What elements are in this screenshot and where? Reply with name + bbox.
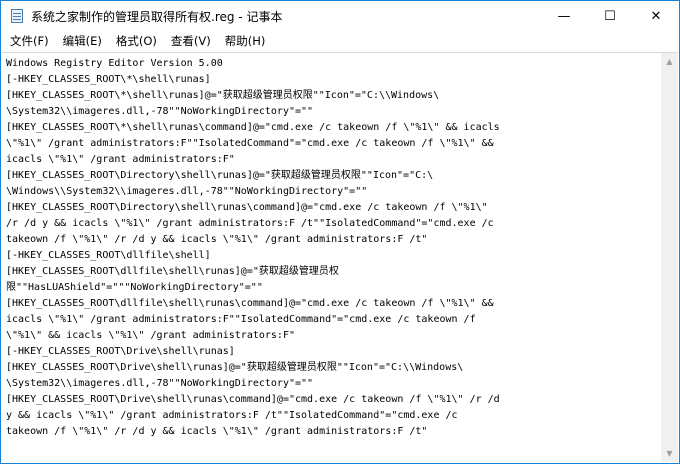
minimize-button[interactable]: —	[541, 1, 587, 31]
scroll-up-icon[interactable]: ▲	[661, 53, 678, 70]
text-line: \System32\\imageres.dll,-78""NoWorkingDi…	[6, 378, 314, 389]
editor-text[interactable]: Windows Registry Editor Version 5.00 [-HK…	[6, 56, 500, 440]
menu-help[interactable]: 帮助(H)	[218, 33, 273, 49]
text-line: [-HKEY_CLASSES_ROOT\Drive\shell\runas]	[6, 346, 235, 357]
text-line: \"%1\" && icacls \"%1\" /grant administr…	[6, 330, 295, 341]
text-line: [HKEY_CLASSES_ROOT\dllfile\shell\runas\c…	[6, 298, 494, 309]
text-line: takeown /f \"%1\" /r /d y && icacls \"%1…	[6, 234, 428, 245]
menu-bar: 文件(F) 编辑(E) 格式(O) 查看(V) 帮助(H)	[1, 31, 679, 51]
text-line: takeown /f \"%1\" /r /d y && icacls \"%1…	[6, 426, 428, 437]
notepad-icon	[9, 8, 25, 24]
menu-file[interactable]: 文件(F)	[3, 33, 56, 49]
text-line: [-HKEY_CLASSES_ROOT\*\shell\runas]	[6, 74, 211, 85]
close-button[interactable]: ✕	[633, 1, 679, 31]
text-line: Windows Registry Editor Version 5.00	[6, 58, 223, 69]
text-line: [HKEY_CLASSES_ROOT\Directory\shell\runas…	[6, 170, 434, 181]
text-line: [HKEY_CLASSES_ROOT\Directory\shell\runas…	[6, 202, 488, 213]
menu-edit[interactable]: 编辑(E)	[56, 33, 109, 49]
text-line: 限""HasLUAShield"="""NoWorkingDirectory"=…	[6, 282, 263, 293]
text-line: y && icacls \"%1\" /grant administrators…	[6, 410, 458, 421]
menu-format[interactable]: 格式(O)	[109, 33, 164, 49]
text-editor[interactable]: Windows Registry Editor Version 5.00 [-HK…	[2, 52, 678, 462]
text-line: [HKEY_CLASSES_ROOT\*\shell\runas]@="获取超级…	[6, 90, 440, 101]
text-line: icacls \"%1\" /grant administrators:F"	[6, 154, 235, 165]
text-line: icacls \"%1\" /grant administrators:F""I…	[6, 314, 476, 325]
text-line: [HKEY_CLASSES_ROOT\dllfile\shell\runas]@…	[6, 266, 339, 277]
text-line: \System32\\imageres.dll,-78""NoWorkingDi…	[6, 106, 314, 117]
text-line: [HKEY_CLASSES_ROOT\Drive\shell\runas]@="…	[6, 362, 464, 373]
menu-view[interactable]: 查看(V)	[164, 33, 218, 49]
scroll-down-icon[interactable]: ▼	[661, 445, 678, 462]
text-line: /r /d y && icacls \"%1\" /grant administ…	[6, 218, 494, 229]
text-line: \"%1\" /grant administrators:F""Isolated…	[6, 138, 494, 149]
text-line: [-HKEY_CLASSES_ROOT\dllfile\shell]	[6, 250, 211, 261]
window-title: 系统之家制作的管理员取得所有权.reg - 记事本	[31, 9, 283, 24]
maximize-button[interactable]: ☐	[587, 1, 633, 31]
notepad-window: 系统之家制作的管理员取得所有权.reg - 记事本 — ☐ ✕ 文件(F) 编辑…	[0, 0, 680, 464]
vertical-scrollbar[interactable]: ▲ ▼	[661, 53, 678, 462]
title-bar[interactable]: 系统之家制作的管理员取得所有权.reg - 记事本 — ☐ ✕	[1, 1, 679, 31]
text-line: [HKEY_CLASSES_ROOT\Drive\shell\runas\com…	[6, 394, 500, 405]
text-line: \Windows\\System32\\imageres.dll,-78""No…	[6, 186, 368, 197]
text-line: [HKEY_CLASSES_ROOT\*\shell\runas\command…	[6, 122, 500, 133]
